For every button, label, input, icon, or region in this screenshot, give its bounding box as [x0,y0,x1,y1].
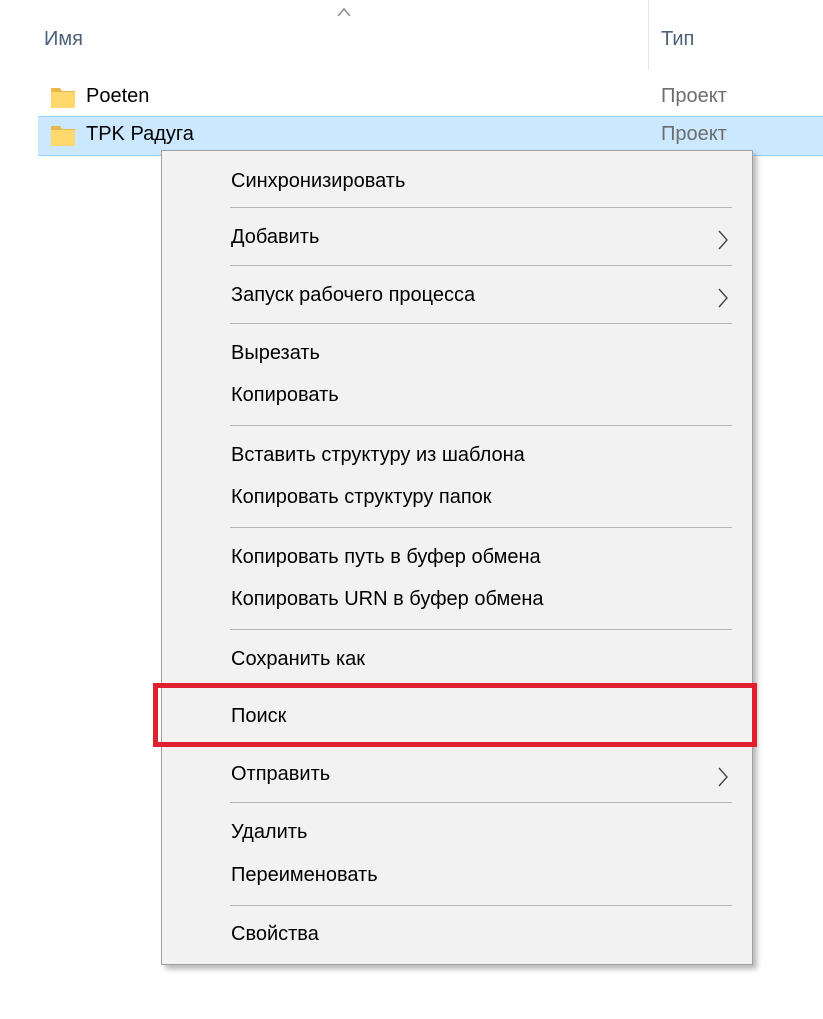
menu-item-label: Поиск [231,705,287,727]
menu-separator [230,905,732,906]
column-header-name[interactable]: Имя [44,28,83,51]
menu-separator [230,425,732,426]
menu-item-label: Копировать путь в буфер обмена [231,546,541,568]
menu-item-label: Добавить [231,226,320,248]
menu-item-workflow[interactable]: Запуск рабочего процесса [162,275,752,319]
menu-item-label: Запуск рабочего процесса [231,284,476,306]
menu-separator [230,207,732,208]
file-row-poeten[interactable]: Poeten Проект [38,79,823,115]
menu-separator [230,265,732,266]
menu-item-label: Сохранить как [231,648,366,670]
menu-separator [230,527,732,528]
column-divider[interactable] [648,0,649,70]
file-name: Poeten [86,85,150,107]
menu-item-cut[interactable]: Вырезать [162,333,752,377]
menu-separator [230,323,732,324]
chevron-right-icon [718,230,728,250]
folder-icon [51,126,75,146]
menu-item-label: Копировать URN в буфер обмена [231,588,544,610]
menu-item-label: Вырезать [231,342,320,364]
menu-item-copy-urn[interactable]: Копировать URN в буфер обмена [162,579,752,623]
menu-item-label: Свойства [231,923,319,945]
menu-separator [230,685,732,686]
menu-item-paste-template[interactable]: Вставить структуру из шаблона [162,435,752,479]
menu-item-copy[interactable]: Копировать [162,375,752,419]
menu-separator [230,802,732,803]
file-type: Проект [661,85,727,107]
menu-item-copy-folder-structure[interactable]: Копировать структуру папок [162,477,752,521]
menu-item-rename[interactable]: Переименовать [162,855,752,899]
menu-item-label: Отправить [231,763,331,785]
file-explorer: Имя Тип Poeten Проект TPK Радуга Проект … [0,0,823,1019]
file-type: Проект [661,123,727,145]
context-menu: Синхронизировать Добавить Запуск рабочег… [161,150,753,965]
menu-separator [230,629,732,630]
chevron-right-icon [718,288,728,308]
menu-item-sync[interactable]: Синхронизировать [162,161,752,205]
column-header-type[interactable]: Тип [661,28,694,51]
menu-item-search[interactable]: Поиск [162,696,752,740]
menu-item-copy-path[interactable]: Копировать путь в буфер обмена [162,537,752,581]
folder-icon [51,88,75,108]
menu-item-properties[interactable]: Свойства [162,914,752,958]
menu-separator [230,745,732,746]
menu-item-label: Копировать [231,384,339,406]
menu-item-label: Копировать структуру папок [231,486,492,508]
menu-item-label: Вставить структуру из шаблона [231,444,525,466]
menu-item-add[interactable]: Добавить [162,217,752,261]
menu-item-label: Переименовать [231,864,378,886]
menu-item-save-as[interactable]: Сохранить как [162,639,752,683]
menu-item-label: Синхронизировать [231,170,406,192]
menu-item-send[interactable]: Отправить [162,754,752,798]
menu-item-delete[interactable]: Удалить [162,812,752,856]
sort-ascending-icon[interactable] [336,6,352,18]
chevron-right-icon [718,767,728,787]
file-name: TPK Радуга [86,123,194,145]
menu-item-label: Удалить [231,821,308,843]
